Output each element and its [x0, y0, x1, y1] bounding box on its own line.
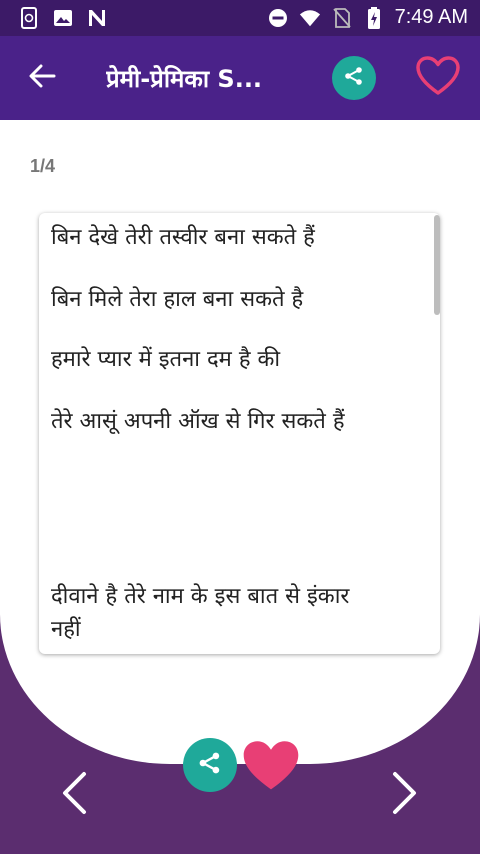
dnd-icon: [267, 7, 289, 29]
share-icon: [197, 750, 223, 780]
image-icon: [52, 7, 74, 29]
card-scrollbar[interactable]: [434, 215, 440, 315]
quote-line: हमारे प्यार में इतना दम है की: [51, 347, 281, 372]
favorite-button[interactable]: [242, 740, 300, 792]
arrow-left-icon: [28, 64, 56, 92]
battery-charging-icon: [363, 6, 385, 29]
status-bar: 7:49 AM: [0, 0, 480, 36]
app-toolbar: प्रेमी-प्रेमिका S...: [0, 36, 480, 120]
toolbar-share-button[interactable]: [332, 56, 376, 100]
next-button[interactable]: [383, 770, 427, 820]
chevron-right-icon: [391, 771, 419, 819]
quote-line: नहीं: [51, 617, 81, 642]
phone-sync-icon: [18, 7, 40, 29]
previous-button[interactable]: [52, 770, 96, 820]
n-logo-icon: [86, 7, 108, 29]
page-counter: 1/4: [30, 156, 56, 176]
share-icon: [343, 65, 365, 91]
status-time: 7:49 AM: [394, 6, 468, 28]
quote-line: दीवाने है तेरे नाम के इस बात से इंकार: [51, 584, 350, 609]
chevron-left-icon: [60, 771, 88, 819]
quote-card[interactable]: बिन देखे तेरी तस्वीर बना सकते हैं बिन मि…: [39, 213, 440, 654]
no-sim-icon: [331, 7, 353, 29]
heart-filled-icon: [242, 741, 300, 796]
heart-outline-icon: [416, 56, 460, 100]
quote-line: तेरे आसूं अपनी ऑख से गिर सकते हैं: [51, 409, 345, 434]
quote-line: बिन देखे तेरी तस्वीर बना सकते हैं: [51, 225, 315, 250]
back-button[interactable]: [22, 58, 62, 98]
share-button[interactable]: [183, 738, 237, 792]
wifi-icon: [299, 7, 321, 29]
page-title: प्रेमी-प्रेमिका S...: [106, 65, 263, 93]
toolbar-favorite-button[interactable]: [414, 56, 462, 100]
quote-line: बिन मिले तेरा हाल बना सकते है: [51, 287, 304, 312]
